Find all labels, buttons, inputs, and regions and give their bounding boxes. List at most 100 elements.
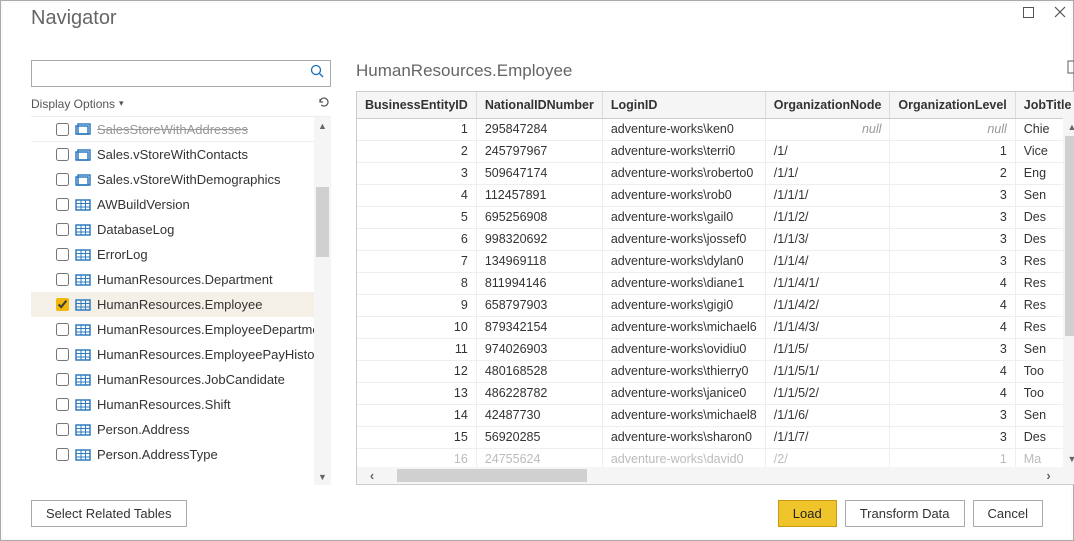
grid-horizontal-scrollbar[interactable]: ‹ › (357, 467, 1074, 484)
refresh-icon[interactable] (317, 95, 331, 112)
tree-checkbox[interactable] (56, 148, 69, 161)
column-header[interactable]: OrganizationLevel (890, 92, 1015, 118)
scroll-up-icon[interactable]: ▲ (1063, 118, 1074, 135)
column-header[interactable]: LoginID (602, 92, 765, 118)
scroll-thumb[interactable] (1065, 136, 1074, 336)
preview-options-icon[interactable] (1067, 60, 1074, 81)
scroll-right-icon[interactable]: › (1033, 467, 1063, 484)
tree-item[interactable]: HumanResources.EmployeePayHistory (31, 342, 314, 367)
transform-data-button[interactable]: Transform Data (845, 500, 965, 527)
tree-checkbox[interactable] (56, 398, 69, 411)
tree-item-label: HumanResources.Shift (97, 397, 231, 412)
tree-item[interactable]: DatabaseLog (31, 217, 314, 242)
table-row[interactable]: 3509647174adventure-works\roberto0/1/1/2… (357, 162, 1074, 184)
table-row[interactable]: 6998320692adventure-works\jossef0/1/1/3/… (357, 228, 1074, 250)
table-row[interactable]: 13486228782adventure-works\janice0/1/1/5… (357, 382, 1074, 404)
cell-businessentityid: 8 (357, 272, 476, 294)
search-icon[interactable] (310, 64, 324, 83)
tree-checkbox[interactable] (56, 423, 69, 436)
scroll-thumb[interactable] (316, 187, 329, 257)
cell-nationalidnumber: 879342154 (476, 316, 602, 338)
table-row[interactable]: 12480168528adventure-works\thierry0/1/1/… (357, 360, 1074, 382)
tree-item[interactable]: HumanResources.Employee (31, 292, 314, 317)
search-field[interactable] (38, 62, 310, 85)
tree-checkbox[interactable] (56, 248, 69, 261)
cell-nationalidnumber: 998320692 (476, 228, 602, 250)
column-header[interactable]: NationalIDNumber (476, 92, 602, 118)
tree-checkbox[interactable] (56, 323, 69, 336)
dialog-title: Navigator (31, 7, 117, 30)
tree-item[interactable]: HumanResources.Department (31, 267, 314, 292)
table-row[interactable]: 7134969118adventure-works\dylan0/1/1/4/3… (357, 250, 1074, 272)
cell-organizationlevel: 3 (890, 250, 1015, 272)
cell-organizationnode: /1/1/1/ (765, 184, 890, 206)
scroll-down-icon[interactable]: ▼ (1063, 450, 1074, 467)
tree-checkbox[interactable] (56, 373, 69, 386)
cell-organizationnode: /1/ (765, 140, 890, 162)
cell-businessentityid: 1 (357, 118, 476, 140)
tree-checkbox[interactable] (56, 173, 69, 186)
table-row[interactable]: 11974026903adventure-works\ovidiu0/1/1/5… (357, 338, 1074, 360)
cell-loginid: adventure-works\terri0 (602, 140, 765, 162)
table-row[interactable]: 4112457891adventure-works\rob0/1/1/1/3Se… (357, 184, 1074, 206)
grid-vertical-scrollbar[interactable]: ▲ ▼ (1063, 118, 1074, 467)
column-header[interactable]: OrganizationNode (765, 92, 890, 118)
tree-checkbox[interactable] (56, 298, 69, 311)
table-icon (75, 198, 91, 212)
column-header[interactable]: BusinessEntityID (357, 92, 476, 118)
tree-checkbox[interactable] (56, 223, 69, 236)
table-row[interactable]: 9658797903adventure-works\gigi0/1/1/4/2/… (357, 294, 1074, 316)
cell-organizationnode: /1/1/5/ (765, 338, 890, 360)
tree-item-label: HumanResources.JobCandidate (97, 372, 285, 387)
maximize-icon[interactable] (1021, 5, 1035, 19)
select-related-tables-button[interactable]: Select Related Tables (31, 500, 187, 527)
table-row[interactable]: 10879342154adventure-works\michael6/1/1/… (357, 316, 1074, 338)
chevron-down-icon[interactable]: ▾ (119, 98, 124, 109)
cell-nationalidnumber: 974026903 (476, 338, 602, 360)
search-input[interactable] (31, 60, 331, 87)
table-icon (75, 398, 91, 412)
tree-item[interactable]: HumanResources.Shift (31, 392, 314, 417)
column-header[interactable]: JobTitle (1015, 92, 1074, 118)
scroll-left-icon[interactable]: ‹ (357, 467, 387, 484)
table-row[interactable]: 1295847284adventure-works\ken0nullnullCh… (357, 118, 1074, 140)
table-row[interactable]: 2245797967adventure-works\terri0/1/1Vice (357, 140, 1074, 162)
cell-organizationnode: /1/1/4/3/ (765, 316, 890, 338)
preview-title: HumanResources.Employee (356, 61, 572, 81)
scroll-up-icon[interactable]: ▲ (314, 117, 331, 134)
cell-loginid: adventure-works\ken0 (602, 118, 765, 140)
tree-item-label: HumanResources.EmployeeDepartmen... (97, 322, 314, 337)
tree-item[interactable]: Person.AddressType (31, 442, 314, 467)
tree-item[interactable]: HumanResources.EmployeeDepartmen... (31, 317, 314, 342)
close-icon[interactable] (1053, 5, 1067, 19)
tree-checkbox[interactable] (56, 348, 69, 361)
tree-checkbox[interactable] (56, 198, 69, 211)
tree-item[interactable]: HumanResources.JobCandidate (31, 367, 314, 392)
cancel-button[interactable]: Cancel (973, 500, 1043, 527)
tree-item[interactable]: SalesStoreWithAddresses (31, 117, 314, 142)
tree-scrollbar[interactable]: ▲ ▼ (314, 117, 331, 485)
load-button[interactable]: Load (778, 500, 837, 527)
table-row[interactable]: 5695256908adventure-works\gail0/1/1/2/3D… (357, 206, 1074, 228)
table-row[interactable]: 1442487730adventure-works\michael8/1/1/6… (357, 404, 1074, 426)
cell-loginid: adventure-works\roberto0 (602, 162, 765, 184)
display-options-dropdown[interactable]: Display Options (31, 97, 115, 111)
tree-item[interactable]: Sales.vStoreWithDemographics (31, 167, 314, 192)
scroll-thumb[interactable] (397, 469, 587, 482)
tree-item[interactable]: ErrorLog (31, 242, 314, 267)
cell-loginid: adventure-works\ovidiu0 (602, 338, 765, 360)
table-row[interactable]: 8811994146adventure-works\diane1/1/1/4/1… (357, 272, 1074, 294)
table-row[interactable]: 1556920285adventure-works\sharon0/1/1/7/… (357, 426, 1074, 448)
tree-item[interactable]: AWBuildVersion (31, 192, 314, 217)
tree-item[interactable]: Sales.vStoreWithContacts (31, 142, 314, 167)
tree-item[interactable]: Person.Address (31, 417, 314, 442)
tree-item-label: SalesStoreWithAddresses (97, 122, 248, 137)
tree-checkbox[interactable] (56, 273, 69, 286)
tree-checkbox[interactable] (56, 123, 69, 136)
scroll-down-icon[interactable]: ▼ (314, 468, 331, 485)
tree-checkbox[interactable] (56, 448, 69, 461)
tree-item-label: HumanResources.Employee (97, 297, 262, 312)
cell-businessentityid: 3 (357, 162, 476, 184)
table-icon (75, 248, 91, 262)
cell-loginid: adventure-works\gigi0 (602, 294, 765, 316)
